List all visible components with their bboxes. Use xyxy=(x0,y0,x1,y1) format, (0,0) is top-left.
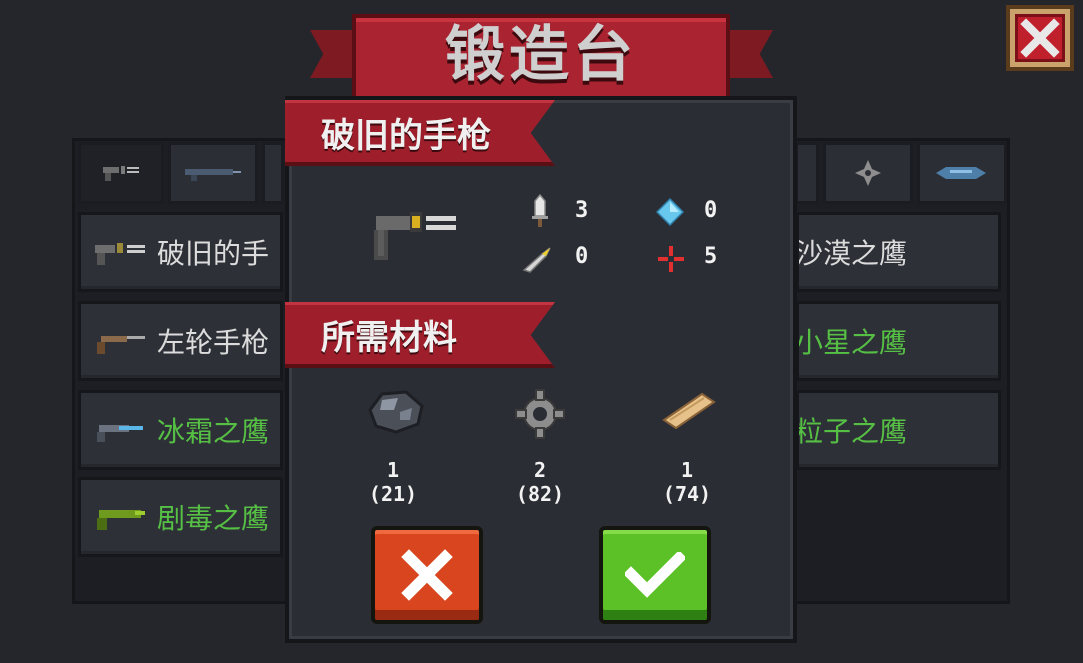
stat-crit: 0 xyxy=(575,244,589,269)
sword-damage-icon xyxy=(532,194,548,227)
stat-accuracy: 5 xyxy=(704,244,718,269)
weapon-name: 冰霜之鹰 xyxy=(157,415,270,448)
revolver-icon xyxy=(97,336,145,354)
stat-damage: 3 xyxy=(575,198,589,223)
wood-plank-icon xyxy=(662,392,716,430)
tab-partial[interactable] xyxy=(262,142,284,204)
weapon-row[interactable]: 粒子之鹰 xyxy=(796,390,1001,470)
tab-lasers[interactable] xyxy=(795,142,819,204)
close-button[interactable] xyxy=(1006,5,1074,71)
weapon-name: 小星之鹰 xyxy=(796,326,908,359)
crit-dagger-icon xyxy=(522,247,551,273)
required-amount: 2 xyxy=(533,458,547,482)
weapon-name-ribbon: 破旧的手枪 xyxy=(285,100,555,166)
frost-pistol-icon xyxy=(97,425,143,442)
material-qty-gear: 2 (82) xyxy=(500,458,580,506)
weapon-name: 剧毒之鹰 xyxy=(157,502,270,535)
confirm-forge-button[interactable] xyxy=(599,526,711,624)
weapon-preview-icon xyxy=(374,212,456,260)
fish-gun-icon xyxy=(936,167,986,179)
weapon-row[interactable]: 破旧的手 xyxy=(78,212,283,292)
rifle-icon xyxy=(185,169,241,181)
materials-heading: 所需材料 xyxy=(321,318,457,358)
tab-pistols[interactable] xyxy=(78,142,164,204)
gear-part-icon xyxy=(515,389,565,439)
required-amount: 1 xyxy=(386,458,400,482)
shuriken-icon xyxy=(855,160,881,186)
forge-dialog xyxy=(285,96,797,643)
poison-pistol-icon xyxy=(97,510,145,530)
weapon-title: 破旧的手枪 xyxy=(321,116,491,156)
weapon-name: 左轮手枪 xyxy=(157,326,270,359)
weapon-row[interactable]: 小星之鹰 xyxy=(796,301,1001,381)
energy-crystal-icon xyxy=(655,198,685,226)
owned-amount: (82) xyxy=(515,482,565,506)
close-icon xyxy=(1020,18,1060,58)
tab-specials[interactable] xyxy=(917,142,1007,204)
materials-ribbon: 所需材料 xyxy=(285,302,555,368)
cancel-button[interactable] xyxy=(371,526,483,624)
material-qty-wood: 1 (74) xyxy=(647,458,727,506)
weapon-row[interactable]: 剧毒之鹰 xyxy=(78,477,283,557)
weapon-name: 粒子之鹰 xyxy=(796,415,908,448)
pistol-icon xyxy=(95,243,145,265)
tab-throwables[interactable] xyxy=(823,142,913,204)
owned-amount: (21) xyxy=(368,482,418,506)
weapon-row[interactable]: 左轮手枪 xyxy=(78,301,283,381)
required-amount: 1 xyxy=(680,458,694,482)
ore-icon xyxy=(368,390,424,434)
crosshair-icon xyxy=(658,246,684,272)
page-title: 锻造台 xyxy=(445,20,637,90)
weapon-name: 破旧的手 xyxy=(157,237,270,270)
pistol-icon xyxy=(103,166,139,181)
owned-amount: (74) xyxy=(662,482,712,506)
material-qty-ore: 1 (21) xyxy=(353,458,433,506)
weapon-row[interactable]: 冰霜之鹰 xyxy=(78,390,283,470)
checkmark-icon xyxy=(625,552,685,598)
stat-energy: 0 xyxy=(704,198,718,223)
weapon-name: 沙漠之鹰 xyxy=(796,237,908,270)
tab-rifles[interactable] xyxy=(168,142,258,204)
weapon-row[interactable]: 沙漠之鹰 xyxy=(796,212,1001,292)
cross-icon xyxy=(401,549,453,601)
